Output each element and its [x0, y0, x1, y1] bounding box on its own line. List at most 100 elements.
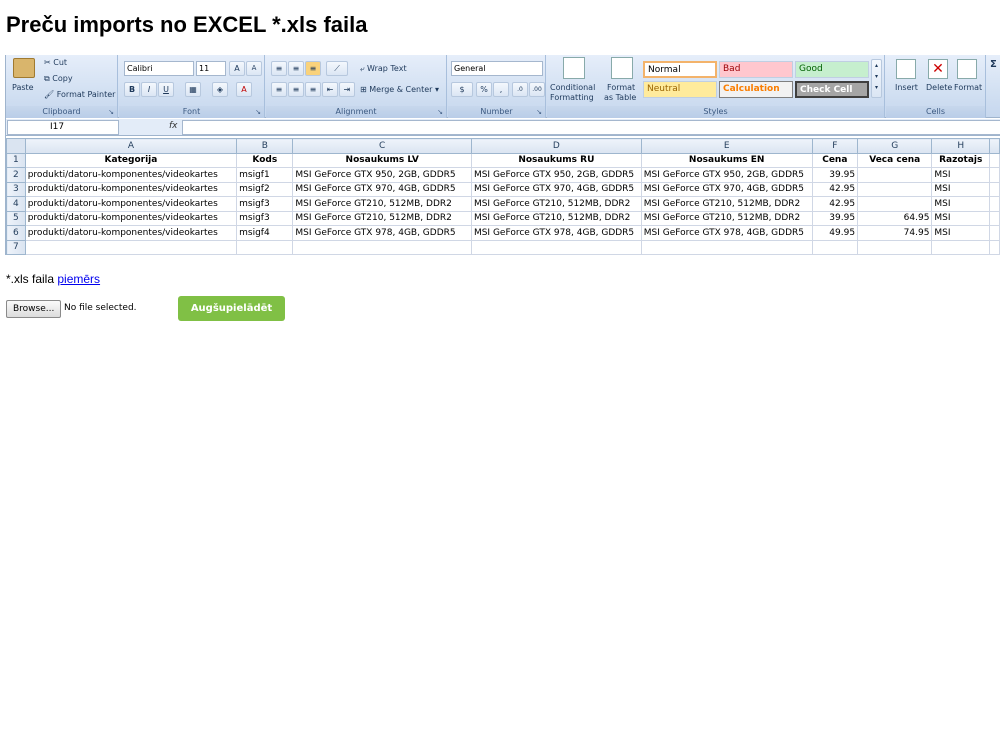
cell-name-ru: MSI GeForce GT210, 512MB, DDR2	[470, 196, 642, 212]
cell-name-lv: MSI GeForce GT210, 512MB, DDR2	[292, 196, 472, 212]
launcher-icon: ↘	[437, 108, 443, 116]
formula-bar: I17 fx	[6, 119, 1000, 136]
cell-name-en: MSI GeForce GTX 970, 4GB, GDDR5	[640, 181, 813, 197]
conditional-formatting-label-1: Conditional	[550, 83, 596, 92]
launcher-icon: ↘	[536, 108, 542, 116]
sample-file-link[interactable]: piemērs	[57, 272, 100, 286]
cell-price: 49.95	[811, 225, 859, 241]
sample-prefix: *.xls faila	[6, 272, 55, 286]
cell-manufacturer: MSI	[931, 225, 991, 241]
comma-icon: ,	[493, 82, 509, 97]
clipboard-group: Paste ✂ Cut ⧉ Copy 🖌 Format Painter Clip…	[6, 55, 118, 118]
delete-label: Delete	[926, 83, 953, 92]
style-good: Good	[795, 61, 869, 78]
cells-group: Insert ✕ Delete Format Cells	[886, 55, 986, 118]
upload-button[interactable]: Augšupielādēt	[178, 296, 285, 321]
insert-cells-icon	[896, 59, 916, 79]
empty-cell	[24, 239, 238, 255]
cell-name-en: MSI GeForce GT210, 512MB, DDR2	[640, 210, 813, 226]
increase-indent-icon: ⇥	[339, 82, 355, 97]
font-size-box: 11	[196, 61, 226, 76]
browse-button[interactable]: Browse...	[6, 300, 62, 318]
cell-code: msigf4	[236, 225, 294, 241]
brush-icon: 🖌	[44, 90, 55, 99]
table-row: 4 produkti/datoru-komponentes/videokarte…	[6, 196, 1000, 212]
column-header: D	[470, 138, 642, 154]
row-number: 6	[6, 225, 26, 241]
cells-group-label: Cells	[886, 106, 985, 118]
conditional-formatting-icon	[563, 57, 585, 79]
cell-manufacturer: MSI	[931, 210, 991, 226]
cell-manufacturer: MSI	[931, 167, 991, 183]
row-number: 7	[6, 239, 26, 255]
underline-icon: U	[158, 82, 174, 97]
conditional-formatting-label-2: Formatting	[550, 93, 594, 102]
header-cell: Nosaukums RU	[470, 152, 642, 168]
header-cell: Nosaukums EN	[640, 152, 813, 168]
empty-cell	[470, 239, 642, 255]
increase-decimal-icon: .0	[512, 82, 528, 97]
orientation-icon: ⟋	[326, 61, 348, 76]
spreadsheet-grid: A B C D E F G H 1 Kategorija Kods Nosauk…	[6, 138, 1000, 255]
header-cell: Kods	[236, 152, 294, 168]
paste-icon	[13, 58, 35, 78]
row-number: 3	[6, 181, 26, 197]
delete-cells-icon: ✕	[928, 59, 948, 79]
empty-cell	[292, 239, 472, 255]
table-row: 7	[6, 239, 1000, 255]
cell-manufacturer: MSI	[931, 181, 991, 197]
cell-category: produkti/datoru-komponentes/videokartes	[24, 181, 238, 197]
fill-color-icon: ◈	[212, 82, 228, 97]
header-cell: Veca cena	[857, 152, 933, 168]
cell-category: produkti/datoru-komponentes/videokartes	[24, 167, 238, 183]
formula-input	[182, 120, 1000, 135]
cell-name-lv: MSI GeForce GTX 978, 4GB, GDDR5	[292, 225, 472, 241]
column-header: B	[236, 138, 294, 154]
row-number: 1	[6, 152, 26, 168]
font-name-box: Calibri	[124, 61, 194, 76]
shrink-font-icon: A	[246, 61, 262, 76]
cell-name-en: MSI GeForce GTX 978, 4GB, GDDR5	[640, 225, 813, 241]
cell-name-lv: MSI GeForce GT210, 512MB, DDR2	[292, 210, 472, 226]
cell-code: msigf3	[236, 196, 294, 212]
style-neutral: Neutral	[643, 81, 717, 98]
empty-cell	[989, 181, 1000, 197]
cell-price: 42.95	[811, 181, 859, 197]
bold-icon: B	[124, 82, 140, 97]
format-cells-icon	[957, 59, 977, 79]
copy-item: ⧉ Copy	[44, 74, 73, 83]
grow-font-icon: A	[229, 61, 245, 76]
format-as-table-label-2: as Table	[604, 93, 637, 102]
wrap-text-item: ⤶ Wrap Text	[360, 64, 407, 73]
copy-icon: ⧉	[44, 74, 50, 83]
format-label: Format	[954, 83, 983, 92]
header-row: 1 Kategorija Kods Nosaukums LV Nosaukums…	[6, 152, 1000, 168]
style-bad: Bad	[719, 61, 793, 78]
file-status: No file selected.	[64, 303, 137, 313]
merge-center-item: ⊞ Merge & Center ▾	[360, 85, 440, 94]
cut-item: ✂ Cut	[44, 58, 68, 67]
wrap-icon: ⤶	[360, 64, 365, 73]
italic-icon: I	[141, 82, 157, 97]
align-right-icon: ≡	[305, 82, 321, 97]
cell-old-price: 64.95	[857, 210, 933, 226]
styles-group: Conditional Formatting Format as Table N…	[547, 55, 885, 118]
column-header: G	[857, 138, 933, 154]
row-number: 2	[6, 167, 26, 183]
header-cell: Nosaukums LV	[292, 152, 472, 168]
cell-old-price	[857, 196, 933, 212]
empty-cell	[989, 152, 1000, 168]
launcher-icon: ↘	[108, 108, 114, 116]
decrease-indent-icon: ⇤	[322, 82, 338, 97]
page-title: Preču imports no EXCEL *.xls faila	[6, 12, 368, 37]
alignment-group-label: Alignment	[266, 106, 446, 118]
insert-label: Insert	[895, 83, 918, 92]
empty-cell	[857, 239, 933, 255]
style-normal: Normal	[643, 61, 717, 78]
font-group: Calibri 11 A A B I U ▦ ◈ A Font ↘	[119, 55, 265, 118]
cell-name-ru: MSI GeForce GTX 970, 4GB, GDDR5	[470, 181, 642, 197]
sample-file-line: *.xls faila piemērs	[6, 272, 100, 286]
cell-old-price: 74.95	[857, 225, 933, 241]
borders-icon: ▦	[185, 82, 201, 97]
cell-category: produkti/datoru-komponentes/videokartes	[24, 196, 238, 212]
